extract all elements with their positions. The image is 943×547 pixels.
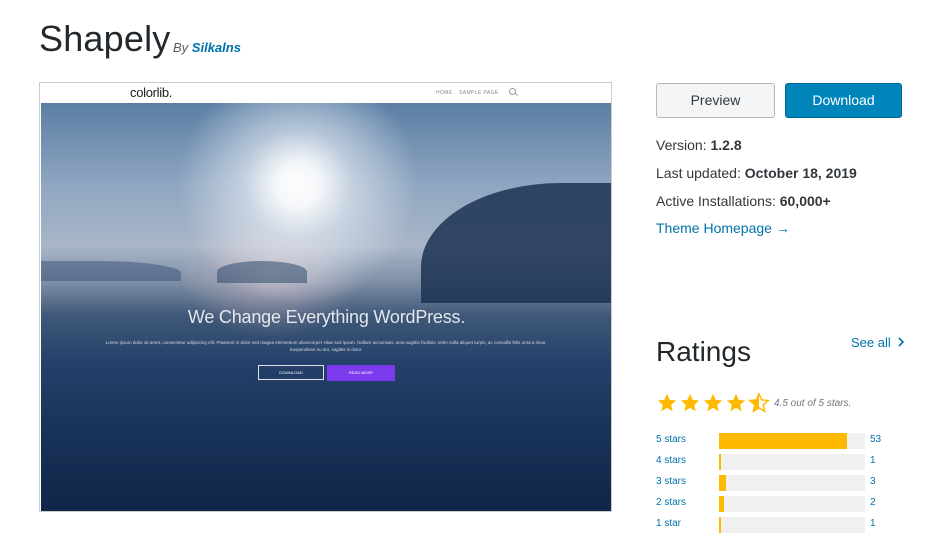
rating-count: 1 xyxy=(870,455,876,466)
hero-island-far xyxy=(41,261,181,281)
version-value: 1.2.8 xyxy=(710,137,742,153)
star-full-icon xyxy=(657,393,677,412)
theme-title: Shapely xyxy=(39,18,171,59)
rating-bar-fill xyxy=(719,433,848,449)
rating-label: 4 stars xyxy=(656,455,687,466)
screenshot-nav: colorlib. HOME SAMPLE PAGE xyxy=(40,83,611,103)
rating-label: 2 stars xyxy=(656,497,687,508)
last-updated-info: Last updated: October 18, 2019 xyxy=(656,165,857,181)
version-label: Version: xyxy=(656,137,707,153)
rating-row-5[interactable]: 5 stars 53 xyxy=(656,433,896,449)
download-button[interactable]: Download xyxy=(785,83,902,118)
rating-count: 1 xyxy=(870,518,876,529)
screenshot-nav-home: HOME xyxy=(436,90,453,96)
rating-count: 2 xyxy=(870,497,876,508)
rating-label: 3 stars xyxy=(656,476,687,487)
rating-bar xyxy=(719,517,865,533)
hero-title: We Change Everything WordPress. xyxy=(187,307,466,327)
rating-row-3[interactable]: 3 stars 3 xyxy=(656,475,896,491)
star-full-icon xyxy=(703,393,723,412)
rating-bar-fill xyxy=(719,475,727,491)
screenshot-hero: We Change Everything WordPress. Lorem ip… xyxy=(41,103,611,511)
preview-button[interactable]: Preview xyxy=(656,83,775,118)
rating-row-2[interactable]: 2 stars 2 xyxy=(656,496,896,512)
active-installs-info: Active Installations: 60,000+ xyxy=(656,193,831,209)
rating-bar-fill xyxy=(719,496,724,512)
hero-read-more-button: READ MORE xyxy=(327,365,395,381)
hero-download-button: DOWNLOAD xyxy=(258,365,324,380)
rating-bar xyxy=(719,454,865,470)
see-all-label: See all xyxy=(851,335,891,350)
rating-bar-fill xyxy=(719,517,722,533)
screenshot-search-icon xyxy=(509,88,516,95)
average-rating-text: 4.5 out of 5 stars. xyxy=(774,398,852,409)
rating-bar xyxy=(719,433,865,449)
theme-byline: By Silkalns xyxy=(173,40,241,55)
hero-text: Lorem ipsum dolor sit amet, consectetur … xyxy=(105,340,547,352)
rating-count: 53 xyxy=(870,434,882,445)
hero-island-left xyxy=(217,261,307,283)
byline-prefix: By xyxy=(173,40,189,55)
star-half-icon xyxy=(748,392,770,413)
star-full-icon xyxy=(726,393,746,412)
last-updated-value: October 18, 2019 xyxy=(744,165,857,181)
chevron-right-icon xyxy=(898,337,905,347)
rating-bar xyxy=(719,475,865,491)
star-rating xyxy=(656,392,770,414)
rating-bar xyxy=(719,496,865,512)
rating-bar-fill xyxy=(719,454,722,470)
rating-row-4[interactable]: 4 stars 1 xyxy=(656,454,896,470)
version-info: Version: 1.2.8 xyxy=(656,137,742,153)
screenshot-nav-sample: SAMPLE PAGE xyxy=(459,90,499,96)
see-all-link[interactable]: See all xyxy=(851,335,905,350)
active-installs-label: Active Installations: xyxy=(656,193,776,209)
theme-screenshot[interactable]: colorlib. HOME SAMPLE PAGE We Change Eve… xyxy=(39,82,612,512)
theme-homepage-link[interactable]: Theme Homepage → xyxy=(656,220,790,236)
ratings-heading: Ratings xyxy=(656,336,751,367)
last-updated-label: Last updated: xyxy=(656,165,741,181)
author-link[interactable]: Silkalns xyxy=(192,40,241,55)
active-installs-value: 60,000+ xyxy=(779,193,831,209)
rating-count: 3 xyxy=(870,476,876,487)
star-full-icon xyxy=(680,393,700,412)
rating-label: 5 stars xyxy=(656,434,687,445)
rating-label: 1 star xyxy=(656,518,682,529)
screenshot-logo: colorlib. xyxy=(130,85,173,100)
rating-row-1[interactable]: 1 star 1 xyxy=(656,517,896,533)
hero-mountain-right xyxy=(421,183,611,303)
